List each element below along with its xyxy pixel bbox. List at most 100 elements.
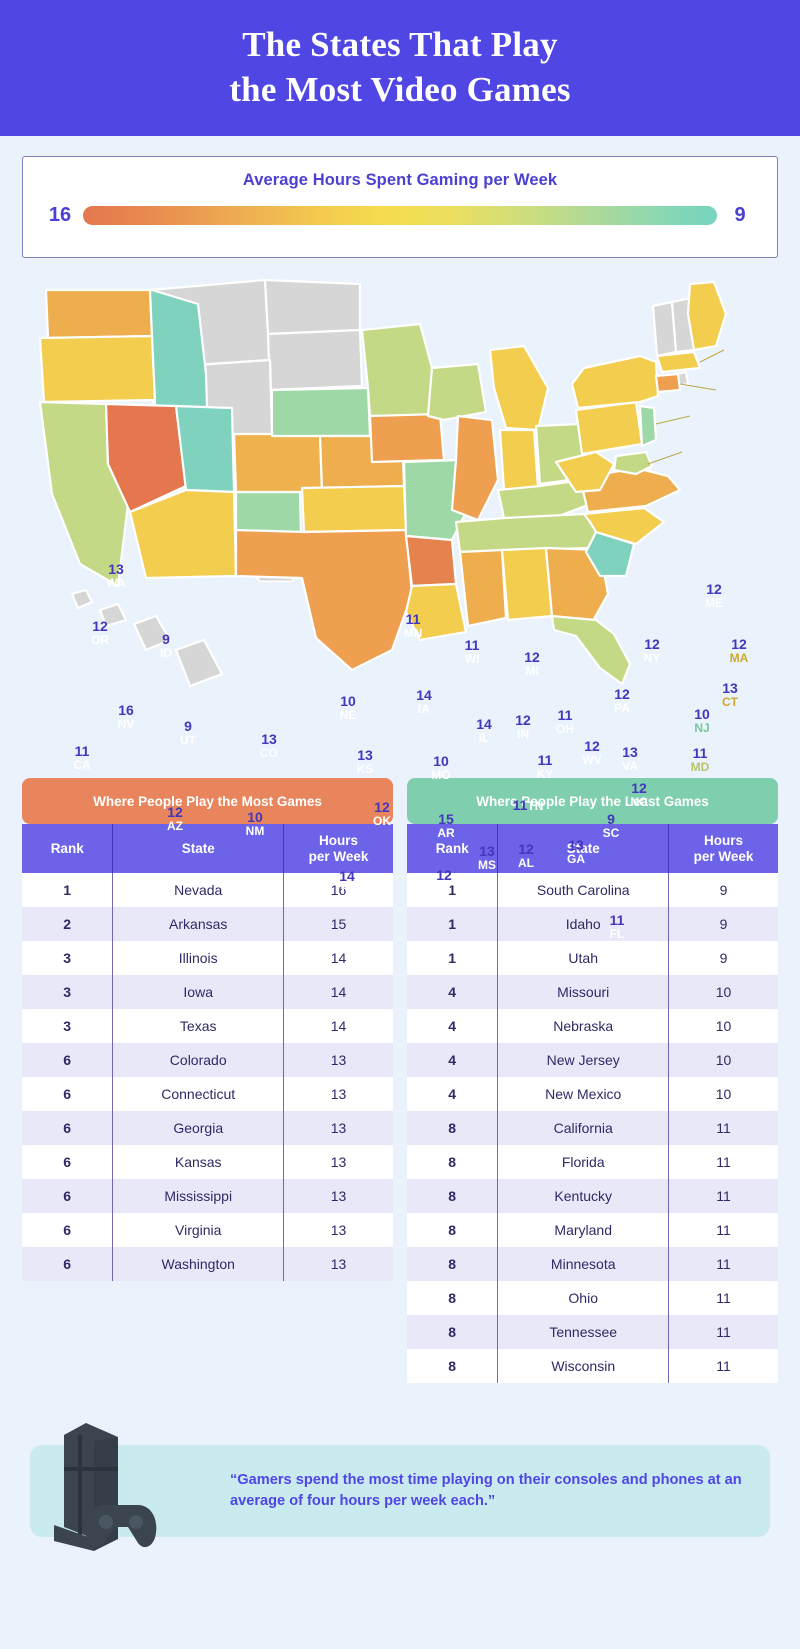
cell-state: Illinois [112,941,285,976]
state-shape-MI [488,344,550,432]
state-shape-AL [500,546,554,622]
cell-state: Iowa [112,975,285,1010]
cell-rank: 8 [448,1154,457,1171]
cell-hours: 11 [716,1256,731,1273]
cell-hours: 11 [716,1290,731,1307]
state-shape-WI [426,362,488,422]
state-shape-CO [232,432,324,494]
cell-state: Colorado [112,1043,285,1078]
cell-state: Idaho [497,907,670,942]
table-row: 3 Iowa 14 [22,975,393,1010]
header-hours-line1: Hours [704,833,744,848]
cell-hours: 13 [330,1222,347,1239]
table-row: 8 Wisconsin 11 [407,1349,778,1384]
cell-rank: 3 [63,950,72,967]
state-shape-IA [368,412,446,464]
cell-rank: 4 [448,1018,457,1035]
state-shape-HI2 [98,602,128,628]
table-row: 1 South Carolina 9 [407,873,778,908]
cell-state: Nevada [112,873,285,908]
cell-rank: 4 [448,984,457,1001]
cell-hours: 13 [330,1256,347,1273]
cell-state: Tennessee [497,1315,670,1350]
cell-hours: 9 [719,916,728,933]
table-row: 4 Missouri 10 [407,975,778,1010]
table-row: 4 New Mexico 10 [407,1077,778,1112]
table-row: 1 Utah 9 [407,941,778,976]
header-hours-line2: per Week [693,848,754,864]
header-hours-line2: per Week [308,848,369,864]
cell-hours: 14 [330,1018,347,1035]
cell-state: Missouri [497,975,670,1010]
state-shape-HI3 [132,614,172,652]
cell-state: Kentucky [497,1179,670,1214]
state-shape-NY [570,354,660,410]
cell-rank: 6 [63,1052,72,1069]
cell-state: Virginia [112,1213,285,1248]
cell-state: South Carolina [497,873,670,908]
state-shape-HI4 [174,638,224,688]
cell-state: Arkansas [112,907,285,942]
cell-hours: 10 [715,984,732,1001]
choropleth-map: 13 WA 12 OR 9 ID 16 NV 9 UT 11 CA 12 AZ 10 NM 13… [0,264,800,940]
most-games-table-body: 1 Nevada 16 2 Arkansas 15 3 Illinois 14 3 Iowa 14 3 T… [22,873,393,1282]
cell-hours: 10 [715,1052,732,1069]
cell-rank: 8 [448,1188,457,1205]
most-games-table: Rank State Hours per Week 1 Nevada 16 2 Arka… [22,824,393,1282]
cell-hours: 16 [330,882,347,899]
cell-hours: 11 [716,1154,731,1171]
cell-state: Wisconsin [497,1349,670,1384]
table-row: 4 Nebraska 10 [407,1009,778,1044]
state-shape-WA [44,288,154,340]
state-shape-PA [574,400,644,456]
table-row: 8 Minnesota 11 [407,1247,778,1282]
table-row: 6 Mississippi 13 [22,1179,393,1214]
header-state: State [112,824,285,874]
cell-state: Maryland [497,1213,670,1248]
cell-state: Kansas [112,1145,285,1180]
table-row: 8 Tennessee 11 [407,1315,778,1350]
table-row: 2 Arkansas 15 [22,907,393,942]
state-shape-AR [404,534,458,588]
cell-state: Utah [497,941,670,976]
state-shape-HI1 [70,588,94,610]
legend-panel: Average Hours Spent Gaming per Week 16 9 [22,156,778,258]
cell-rank: 4 [448,1086,457,1103]
cell-rank: 1 [63,882,72,899]
header-hours-line1: Hours [319,833,359,848]
cell-state: Georgia [112,1111,285,1146]
state-shape-MN [360,322,434,418]
cell-rank: 1 [448,916,457,933]
cell-state: New Mexico [497,1077,670,1112]
game-console-icon [54,1423,157,1552]
cell-state: Texas [112,1009,285,1044]
cell-hours: 15 [330,916,347,933]
cell-hours: 11 [716,1120,731,1137]
cell-state: Washington [112,1247,285,1282]
cell-hours: 14 [330,984,347,1001]
header-hours: Hours per Week [668,824,778,874]
header-state: State [497,824,670,874]
ranking-tables: Where People Play the Most Games Rank St… [0,778,800,1384]
least-games-table-body: 1 South Carolina 9 1 Idaho 9 1 Utah 9 4 Missouri 10… [407,873,778,1384]
cell-rank: 6 [63,1222,72,1239]
table-row: 8 Florida 11 [407,1145,778,1180]
cell-rank: 6 [63,1086,72,1103]
cell-hours: 13 [330,1086,347,1103]
cell-hours: 9 [719,882,728,899]
table-row: 3 Illinois 14 [22,941,393,976]
cell-hours: 11 [716,1222,731,1239]
state-shape-OK [300,484,408,534]
state-shape-OR [38,334,157,404]
cell-rank: 8 [448,1256,457,1273]
gamepad-icon [85,1505,157,1548]
legend-title: Average Hours Spent Gaming per Week [242,171,558,189]
table-header-row: Rank State Hours per Week [22,824,393,874]
table-row: 8 Maryland 11 [407,1213,778,1248]
page-header: The States That Play the Most Video Game… [0,0,800,136]
most-games-banner: Where People Play the Most Games [22,778,393,824]
cell-state: California [497,1111,670,1146]
cell-hours: 11 [716,1324,731,1341]
cell-hours: 10 [715,1086,732,1103]
cell-state: Connecticut [112,1077,285,1112]
